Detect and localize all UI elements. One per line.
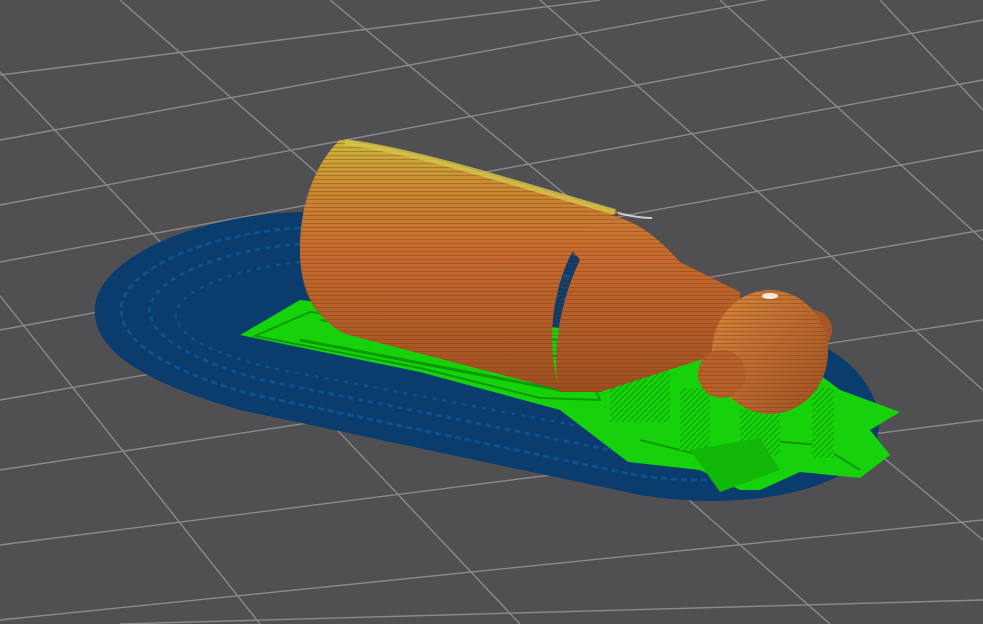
3d-viewport[interactable] [0,0,983,624]
grid-line [879,0,983,111]
grid-line [0,0,601,76]
grid-line [0,0,769,141]
grid-line [719,0,983,241]
grid-line [119,599,983,624]
grid-line [0,519,983,621]
slicer-preview-scene[interactable] [0,0,983,624]
